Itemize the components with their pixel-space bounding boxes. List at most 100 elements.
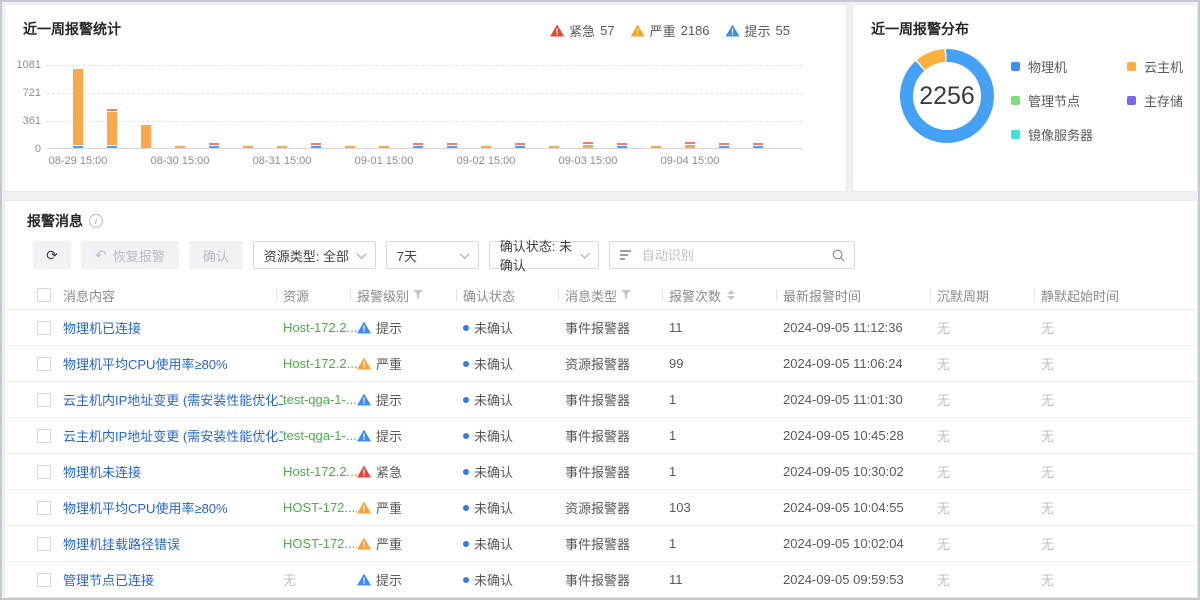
resource-link[interactable]: HOST-172.... <box>283 536 357 551</box>
info-icon[interactable]: i <box>89 214 103 228</box>
status-text: 未确认 <box>474 462 513 481</box>
status-text: 未确认 <box>474 426 513 445</box>
bar-segment <box>277 146 287 148</box>
resource-link[interactable]: HOST-172.... <box>283 500 357 515</box>
table-row: 管理节点已连接无提示未确认事件报警器112024-09-05 09:59:53无… <box>5 561 1197 597</box>
restore-alarm-button[interactable]: ↶ 恢复报警 <box>81 241 179 269</box>
message-link[interactable]: 物理机平均CPU使用率≥80% <box>63 498 228 517</box>
column-header: 消息内容 <box>63 286 283 305</box>
bar-segment <box>413 143 423 145</box>
level-text: 提示 <box>376 390 402 409</box>
filter-funnel-icon[interactable] <box>413 288 423 303</box>
bar-group <box>685 142 695 148</box>
chevron-down-icon <box>356 249 366 259</box>
row-checkbox-cell <box>37 573 63 587</box>
silence-start-cell-text: 无 <box>1041 318 1054 337</box>
bar-segment <box>549 146 559 148</box>
stats-legend: 紧急57严重2186提示55 <box>550 21 790 40</box>
resource-link[interactable]: Host-172.2... <box>283 356 357 371</box>
status-dot-icon <box>463 361 469 367</box>
silence-cell-text: 无 <box>937 498 950 517</box>
column-header: 报警次数 <box>669 286 783 305</box>
bar-segment <box>685 145 695 148</box>
resource-link[interactable]: test-qga-1-... <box>283 428 357 443</box>
bar-segment <box>209 143 219 145</box>
refresh-button[interactable]: ⟳ <box>33 241 71 269</box>
silence-cell-text: 无 <box>937 318 950 337</box>
bar-segment <box>311 146 321 148</box>
select-all-checkbox[interactable] <box>37 288 51 302</box>
confirm-label: 确认 <box>203 246 229 265</box>
resource-link[interactable]: Host-172.2... <box>283 320 357 335</box>
filter-funnel-icon[interactable] <box>621 288 631 303</box>
x-axis-label: 09-04 15:00 <box>653 155 727 167</box>
filter-select-2[interactable]: 确认状态: 未确认 <box>489 241 599 269</box>
time-cell: 2024-09-05 11:06:24 <box>783 356 937 371</box>
count-cell-text: 103 <box>669 500 691 515</box>
bar-group <box>379 146 389 148</box>
silence-cell: 无 <box>937 390 1041 409</box>
alarm-messages-panel: 报警消息 i ⟳ ↶ 恢复报警 确认 资源类型: 全部7天确认状态: 未确认 <box>4 200 1198 598</box>
row-checkbox[interactable] <box>37 357 51 371</box>
row-checkbox[interactable] <box>37 393 51 407</box>
message-link[interactable]: 物理机已连接 <box>63 318 141 337</box>
bar-segment <box>753 146 763 148</box>
bar-segment <box>617 146 627 148</box>
severity-icon <box>726 25 740 37</box>
row-checkbox[interactable] <box>37 465 51 479</box>
silence-start-cell-text: 无 <box>1041 534 1054 553</box>
bar-segment <box>209 146 219 148</box>
row-checkbox[interactable] <box>37 501 51 515</box>
filter-select-1[interactable]: 7天 <box>386 241 479 269</box>
message-link[interactable]: 云主机内IP地址变更 (需安装性能优化工具) <box>63 390 283 409</box>
type-cell-text: 事件报警器 <box>565 462 630 481</box>
resource-link[interactable]: Host-172.2... <box>283 464 357 479</box>
message-link[interactable]: 物理机平均CPU使用率≥80% <box>63 354 228 373</box>
row-checkbox-cell <box>37 429 63 443</box>
type-cell: 事件报警器 <box>565 462 669 481</box>
status-cell: 未确认 <box>463 390 565 409</box>
resource-link[interactable]: test-qga-1-... <box>283 392 357 407</box>
search-input[interactable] <box>609 241 855 269</box>
refresh-icon: ⟳ <box>46 248 58 262</box>
bar-group <box>243 146 253 148</box>
level-text: 严重 <box>376 534 402 553</box>
time-cell-text: 2024-09-05 10:45:28 <box>783 428 904 443</box>
message-link[interactable]: 物理机未连接 <box>63 462 141 481</box>
stat-legend-item: 紧急57 <box>550 21 614 40</box>
sort-icon[interactable] <box>727 290 735 300</box>
message-cell: 物理机已连接 <box>63 318 283 337</box>
time-cell-text: 2024-09-05 11:06:24 <box>783 356 903 371</box>
search-icon[interactable] <box>831 248 846 263</box>
donut-legend-item: 镜像服务器 <box>1011 125 1127 144</box>
silence-cell: 无 <box>937 318 1041 337</box>
silence-start-cell: 无 <box>1041 390 1197 409</box>
column-header-label: 静默起始时间 <box>1041 286 1119 305</box>
legend-label: 云主机 <box>1144 57 1183 76</box>
bar-group <box>141 125 151 148</box>
table-header: 消息内容资源报警级别确认状态消息类型报警次数最新报警时间沉默周期静默起始时间 <box>5 281 1197 309</box>
message-link[interactable]: 物理机挂载路径错误 <box>63 534 180 553</box>
message-link[interactable]: 管理节点已连接 <box>63 570 154 589</box>
filter-select-0[interactable]: 资源类型: 全部 <box>253 241 376 269</box>
row-checkbox[interactable] <box>37 429 51 443</box>
level-text: 严重 <box>376 498 402 517</box>
confirm-button[interactable]: 确认 <box>189 241 243 269</box>
message-link[interactable]: 云主机内IP地址变更 (需安装性能优化工具) <box>63 426 283 445</box>
time-cell: 2024-09-05 10:30:02 <box>783 464 937 479</box>
bar-group <box>345 146 355 148</box>
row-checkbox[interactable] <box>37 573 51 587</box>
silence-start-cell: 无 <box>1041 462 1197 481</box>
row-checkbox[interactable] <box>37 537 51 551</box>
donut-chart: 2256 <box>900 49 994 143</box>
count-cell: 1 <box>669 464 783 479</box>
count-cell-text: 1 <box>669 392 676 407</box>
donut-legend-item: 物理机 <box>1011 57 1127 76</box>
y-axis-label: 361 <box>5 114 41 128</box>
silence-cell-text: 无 <box>937 570 950 589</box>
level-text: 提示 <box>376 318 402 337</box>
count-cell-text: 99 <box>669 356 683 371</box>
row-checkbox[interactable] <box>37 321 51 335</box>
severity-icon <box>631 25 645 37</box>
type-cell: 资源报警器 <box>565 498 669 517</box>
